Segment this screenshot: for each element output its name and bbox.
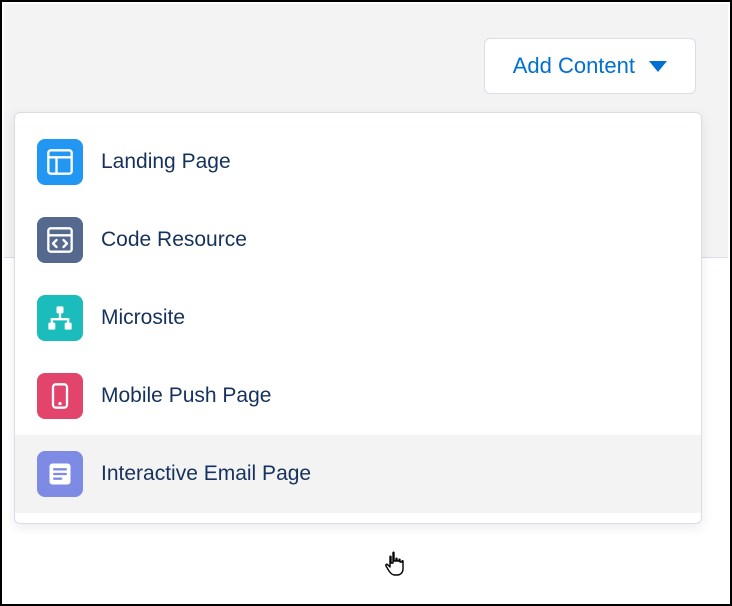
add-content-label: Add Content — [513, 53, 635, 79]
landing-page-icon — [37, 139, 83, 185]
menu-item-microsite[interactable]: Microsite — [15, 279, 701, 357]
menu-item-code-resource[interactable]: Code Resource — [15, 201, 701, 279]
menu-item-interactive-email[interactable]: Interactive Email Page — [15, 435, 701, 513]
menu-item-label: Microsite — [101, 306, 185, 330]
window-frame: Add Content Landing Page Code Resource M… — [0, 0, 732, 606]
add-content-dropdown: Landing Page Code Resource Microsite Mob… — [14, 112, 702, 524]
menu-item-label: Code Resource — [101, 228, 247, 252]
menu-item-mobile-push[interactable]: Mobile Push Page — [15, 357, 701, 435]
menu-item-label: Landing Page — [101, 150, 231, 174]
menu-item-label: Interactive Email Page — [101, 462, 311, 486]
code-resource-icon — [37, 217, 83, 263]
interactive-email-icon — [37, 451, 83, 497]
mobile-push-icon — [37, 373, 83, 419]
microsite-icon — [37, 295, 83, 341]
menu-item-label: Mobile Push Page — [101, 384, 271, 408]
add-content-button[interactable]: Add Content — [484, 38, 696, 94]
chevron-down-icon — [649, 61, 667, 72]
cursor-pointer-icon — [384, 551, 408, 579]
menu-item-landing-page[interactable]: Landing Page — [15, 123, 701, 201]
